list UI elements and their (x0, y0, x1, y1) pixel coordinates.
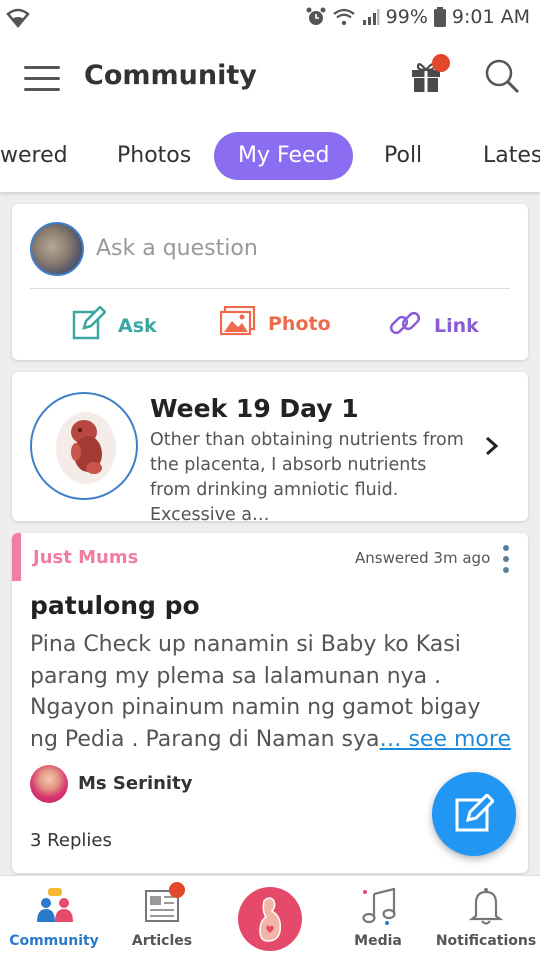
clock: 9:01 AM (451, 6, 530, 28)
status-bar: 99% 9:01 AM (0, 0, 540, 38)
ask-label: Ask (118, 314, 157, 337)
divider (30, 288, 510, 289)
hamburger-menu-icon[interactable] (24, 64, 62, 94)
photo-label: Photo (268, 312, 331, 335)
bottom-navigation: Community Articles Media Notifications (0, 875, 540, 960)
group-color-bar (12, 533, 21, 581)
tab-my-feed[interactable]: My Feed (214, 132, 354, 180)
chevron-right-icon[interactable] (482, 434, 502, 458)
image-icon (219, 305, 256, 341)
tab-poll[interactable]: Poll (384, 132, 422, 180)
nav-articles[interactable]: Articles (108, 876, 216, 960)
replies-count[interactable]: 3 Replies (30, 830, 112, 851)
nav-media[interactable]: Media (324, 876, 432, 960)
wifi-status-icon (6, 8, 30, 32)
photo-button[interactable]: Photo (219, 305, 331, 341)
gift-notification-dot (432, 54, 450, 72)
bell-icon (468, 886, 504, 926)
pregnancy-icon (259, 897, 282, 942)
battery-icon (433, 7, 446, 27)
nav-community-label: Community (9, 933, 99, 949)
alarm-icon (306, 7, 326, 27)
post-timestamp: Answered 3m ago (355, 549, 491, 567)
battery-level: 99% (385, 6, 428, 28)
author-avatar[interactable] (30, 765, 68, 803)
signal-icon (362, 8, 380, 26)
ask-button[interactable]: Ask (72, 305, 157, 345)
link-icon (388, 306, 422, 345)
community-icon (36, 886, 73, 926)
search-icon[interactable] (484, 58, 524, 98)
ask-question-card: Ask a question Ask Photo Link (12, 204, 528, 360)
edit-icon (72, 305, 107, 345)
nav-articles-label: Articles (131, 933, 193, 949)
pregnancy-week-card[interactable]: Week 19 Day 1 Other than obtaining nutri… (12, 372, 528, 525)
see-more-link[interactable]: … see more (379, 727, 511, 752)
app-bar: Community (0, 38, 540, 120)
tab-photos[interactable]: Photos (117, 132, 191, 180)
link-button[interactable]: Link (388, 306, 479, 345)
nav-community[interactable]: Community (0, 876, 108, 960)
feed-tabs: wered Photos My Feed Poll Lates (0, 120, 540, 192)
more-options-icon[interactable] (500, 545, 512, 573)
link-label: Link (434, 314, 479, 337)
pregnancy-home-button[interactable] (238, 887, 302, 951)
week-title: Week 19 Day 1 (150, 394, 359, 423)
post-group-label[interactable]: Just Mums (33, 547, 138, 568)
user-avatar[interactable] (30, 222, 84, 276)
edit-icon (455, 794, 494, 832)
nav-notifications[interactable]: Notifications (432, 876, 540, 960)
compose-fab-button[interactable] (432, 772, 516, 856)
music-icon (360, 886, 396, 926)
wifi-icon (332, 8, 356, 26)
week-description: Other than obtaining nutrients from the … (150, 430, 464, 525)
nav-media-label: Media (354, 933, 402, 949)
ask-question-input[interactable]: Ask a question (96, 236, 258, 261)
tab-latest[interactable]: Lates (483, 132, 540, 180)
tab-answered[interactable]: wered (0, 132, 68, 180)
fetus-image (30, 392, 138, 500)
articles-notification-dot (169, 882, 185, 898)
page-title: Community (84, 60, 257, 91)
post-body: Pina Check up nanamin si Baby ko Kasi pa… (30, 629, 514, 755)
author-name[interactable]: Ms Serinity (78, 773, 192, 794)
nav-notifications-label: Notifications (435, 933, 537, 949)
post-title: patulong po (30, 591, 200, 620)
